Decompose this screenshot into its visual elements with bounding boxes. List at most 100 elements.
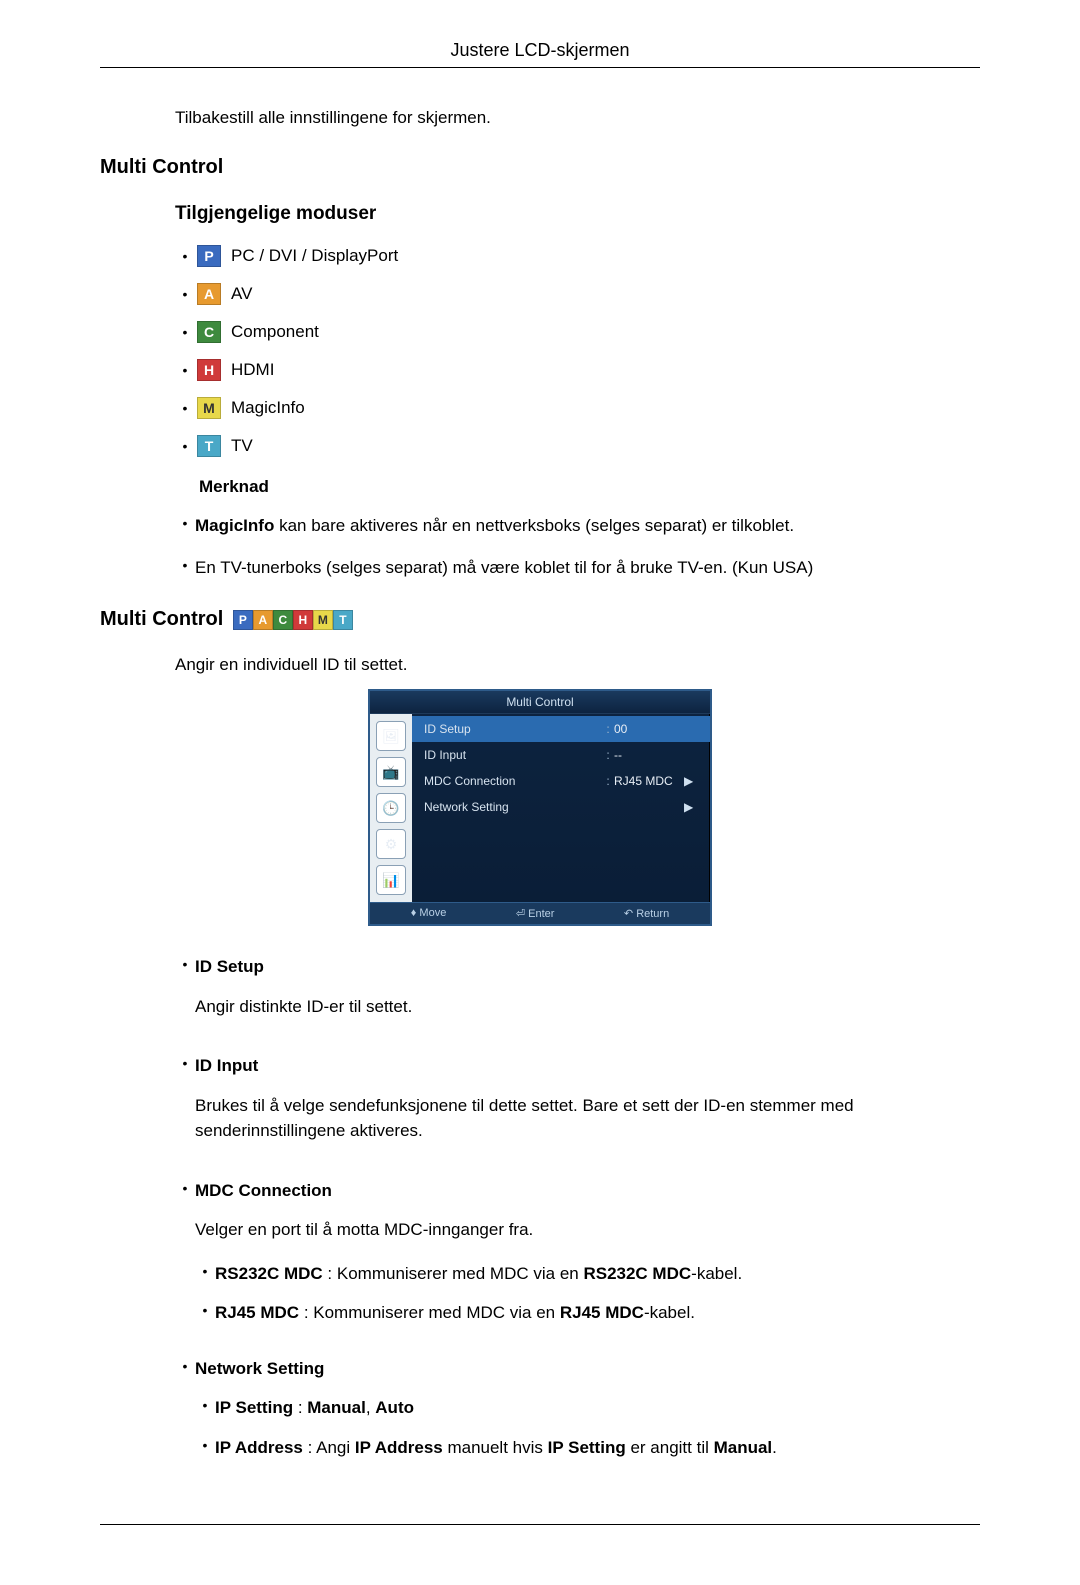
mode-c-icon: C: [273, 610, 293, 630]
osd-hint-move: ♦ Move: [411, 907, 447, 920]
note-item: • MagicInfo kan bare aktiveres når en ne…: [175, 513, 980, 539]
arrow-right-icon: ▶: [684, 774, 698, 788]
sub-item: • RS232C MDC : Kommuniserer med MDC via …: [195, 1261, 980, 1287]
osd-side-icon: 📺: [376, 757, 406, 787]
bullet-icon: •: [195, 1300, 215, 1321]
osd-row-network[interactable]: Network Setting ▶: [412, 794, 710, 820]
bullet-icon: •: [195, 1435, 215, 1456]
note-heading: Merknad: [199, 477, 980, 497]
sub-text: IP Setting : Manual, Auto: [215, 1395, 980, 1421]
bullet-icon: •: [175, 555, 195, 576]
details-list: • ID Setup Angir distinkte ID-er til set…: [175, 954, 980, 1474]
mode-item: • T TV: [175, 435, 980, 457]
osd-sidebar: 🖼 📺 🕒 ⚙ 📊: [370, 714, 412, 902]
osd-row-mdc[interactable]: MDC Connection : RJ45 MDC ▶: [412, 768, 710, 794]
mode-m-icon: M: [313, 610, 333, 630]
osd-side-icon: 🕒: [376, 793, 406, 823]
mode-h-icon: H: [197, 359, 221, 381]
mode-item: • M MagicInfo: [175, 397, 980, 419]
osd-hint-return: ↶ Return: [624, 907, 669, 920]
bullet-icon: •: [175, 1356, 195, 1377]
osd-row-id-input[interactable]: ID Input : --: [412, 742, 710, 768]
mode-item: • A AV: [175, 283, 980, 305]
bullet-icon: •: [175, 400, 195, 416]
osd-row-value: RJ45 MDC: [614, 774, 684, 788]
mode-t-icon: T: [197, 435, 221, 457]
bullet-icon: •: [195, 1395, 215, 1416]
sub-item: • RJ45 MDC : Kommuniserer med MDC via en…: [195, 1300, 980, 1326]
detail-network: • Network Setting • IP Setting : Manual,…: [175, 1356, 980, 1475]
osd-footer: ♦ Move ⏎ Enter ↶ Return: [370, 902, 710, 924]
bullet-icon: •: [175, 324, 195, 340]
sub-item: • IP Setting : Manual, Auto: [195, 1395, 980, 1421]
mode-m-icon: M: [197, 397, 221, 419]
mode-item: • C Component: [175, 321, 980, 343]
bullet-icon: •: [175, 362, 195, 378]
mode-item: • H HDMI: [175, 359, 980, 381]
osd-side-icon: 📊: [376, 865, 406, 895]
detail-id-input: • ID Input Brukes til å velge sendefunks…: [175, 1053, 980, 1162]
note-text: MagicInfo kan bare aktiveres når en nett…: [195, 513, 980, 539]
mode-label: HDMI: [231, 360, 274, 380]
note-bold: MagicInfo: [195, 516, 274, 535]
notes-list: • MagicInfo kan bare aktiveres når en ne…: [175, 513, 980, 580]
intro-text: Tilbakestill alle innstillingene for skj…: [175, 108, 980, 128]
mode-label: AV: [231, 284, 252, 304]
detail-id-setup: • ID Setup Angir distinkte ID-er til set…: [175, 954, 980, 1037]
osd-hint-enter: ⏎ Enter: [516, 907, 555, 920]
mode-item: • P PC / DVI / DisplayPort: [175, 245, 980, 267]
osd-row-id-setup[interactable]: ID Setup : 00: [412, 716, 710, 742]
mode-t-icon: T: [333, 610, 353, 630]
detail-desc: Velger en port til å motta MDC-innganger…: [195, 1217, 980, 1243]
sub-item: • IP Address : Angi IP Address manuelt h…: [195, 1435, 980, 1461]
sub-text: RS232C MDC : Kommuniserer med MDC via en…: [215, 1261, 980, 1287]
bullet-icon: •: [175, 286, 195, 302]
colon: :: [602, 748, 614, 762]
osd-side-icon: 🖼: [376, 721, 406, 751]
detail-title: MDC Connection: [195, 1181, 332, 1200]
colon: :: [602, 774, 614, 788]
osd-row-label: Network Setting: [424, 800, 602, 814]
sub-text: RJ45 MDC : Kommuniserer med MDC via en R…: [215, 1300, 980, 1326]
mode-a-icon: A: [197, 283, 221, 305]
mode-icons-inline: P A C H M T: [233, 610, 353, 630]
osd-row-value: 00: [614, 722, 684, 736]
mode-p-icon: P: [233, 610, 253, 630]
bullet-icon: •: [175, 248, 195, 264]
detail-mdc: • MDC Connection Velger en port til å mo…: [175, 1178, 980, 1340]
osd-row-label: MDC Connection: [424, 774, 602, 788]
multi-control-heading-2: Multi Control P A C H M T: [100, 608, 980, 631]
mode-h-icon: H: [293, 610, 313, 630]
bullet-icon: •: [175, 513, 195, 534]
mode-label: TV: [231, 436, 253, 456]
osd-row-label: ID Input: [424, 748, 602, 762]
osd-title: Multi Control: [370, 691, 710, 714]
note-rest: kan bare aktiveres når en nettverksboks …: [274, 516, 794, 535]
multi-control-desc: Angir en individuell ID til settet.: [175, 655, 980, 675]
osd-menu: Multi Control 🖼 📺 🕒 ⚙ 📊 ID Setup : 00 ID…: [368, 689, 712, 926]
detail-title: ID Setup: [195, 957, 264, 976]
osd-row-label: ID Setup: [424, 722, 602, 736]
mode-label: Component: [231, 322, 319, 342]
osd-side-icon: ⚙: [376, 829, 406, 859]
detail-desc: Brukes til å velge sendefunksjonene til …: [195, 1093, 980, 1144]
mode-c-icon: C: [197, 321, 221, 343]
bullet-icon: •: [175, 1053, 195, 1074]
bullet-icon: •: [195, 1261, 215, 1282]
colon: :: [602, 722, 614, 736]
bullet-icon: •: [175, 1178, 195, 1199]
bullet-icon: •: [175, 954, 195, 975]
bullet-icon: •: [175, 438, 195, 454]
mode-label: PC / DVI / DisplayPort: [231, 246, 398, 266]
heading-text: Multi Control: [100, 608, 223, 630]
mode-label: MagicInfo: [231, 398, 305, 418]
note-item: • En TV-tunerboks (selges separat) må væ…: [175, 555, 980, 581]
mode-a-icon: A: [253, 610, 273, 630]
arrow-right-icon: ▶: [684, 800, 698, 814]
osd-row-value: --: [614, 748, 684, 762]
page-header: Justere LCD-skjermen: [100, 40, 980, 68]
detail-title: ID Input: [195, 1056, 258, 1075]
note-text: En TV-tunerboks (selges separat) må være…: [195, 555, 980, 581]
multi-control-heading: Multi Control: [100, 156, 980, 179]
osd-main: ID Setup : 00 ID Input : -- MDC Connecti…: [412, 714, 710, 902]
